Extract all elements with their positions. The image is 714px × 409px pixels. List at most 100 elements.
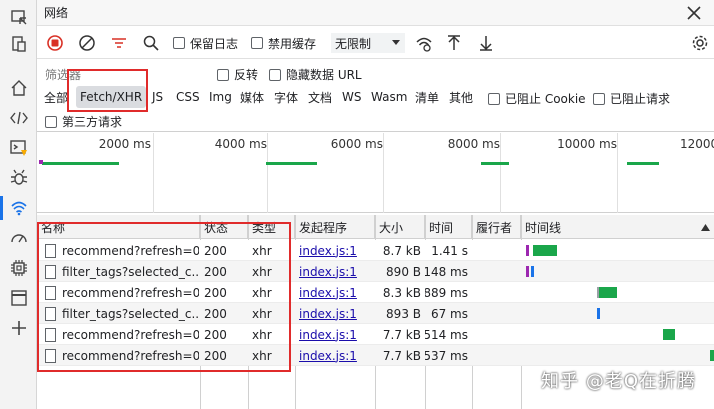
invert-box[interactable]: [217, 68, 229, 81]
third-party-box[interactable]: [45, 115, 57, 128]
invert-checkbox[interactable]: 反转: [217, 66, 258, 83]
tick-gridline: [267, 133, 268, 213]
waterfall-bar: [531, 266, 534, 277]
application-icon[interactable]: [9, 288, 29, 308]
import-har-button[interactable]: [445, 33, 463, 53]
initiator-cell[interactable]: index.js:1: [295, 282, 375, 303]
type-filter-img-label: Img: [209, 90, 232, 104]
column-header-fulfilled-by-label: 履行者: [476, 220, 513, 235]
overview-request-bar: [42, 162, 119, 165]
device-icon[interactable]: [9, 34, 29, 54]
filter-toggle-button[interactable]: [110, 33, 128, 53]
initiator-cell[interactable]: index.js:1: [295, 324, 375, 345]
network-settings-button[interactable]: [691, 33, 709, 53]
download-icon: [480, 36, 492, 51]
type-filter-css-label: CSS: [176, 90, 200, 104]
sources-icon[interactable]: [9, 168, 29, 188]
search-icon: [143, 35, 159, 51]
hide-data-urls-box[interactable]: [269, 68, 281, 81]
type-filter-all[interactable]: 全部: [44, 88, 68, 106]
column-header-waterfall-label: 时间线: [525, 220, 562, 235]
type-filter-font-label: 字体: [274, 90, 299, 105]
overview-request-bar: [266, 162, 317, 165]
overview-request-bar: [627, 162, 659, 165]
export-har-button[interactable]: [477, 33, 495, 53]
hide-data-urls-checkbox[interactable]: 隐藏数据 URL: [269, 66, 362, 83]
type-filter-css[interactable]: CSS: [176, 88, 200, 106]
type-filter-manifest[interactable]: 清单: [415, 88, 439, 106]
third-party-label: 第三方请求: [62, 115, 123, 129]
record-button[interactable]: [46, 33, 64, 53]
initiator-cell[interactable]: index.js:1: [295, 261, 375, 282]
memory-icon[interactable]: [9, 258, 29, 278]
column-header-time[interactable]: 时间: [425, 215, 472, 239]
type-filter-other[interactable]: 其他: [449, 88, 473, 106]
search-button[interactable]: [142, 33, 160, 53]
type-filter-doc[interactable]: 文档: [308, 88, 332, 106]
chevron-down-icon: [392, 40, 400, 45]
elements-icon[interactable]: [9, 108, 29, 128]
clear-button[interactable]: [78, 33, 96, 53]
type-filter-wasm[interactable]: Wasm: [371, 88, 407, 106]
gear-icon: [692, 35, 708, 51]
time-cell: 514 ms: [425, 327, 468, 342]
preserve-log-checkbox[interactable]: 保留日志: [173, 33, 238, 53]
size-cell: 890 B: [386, 264, 421, 279]
size-cell: 7.7 kB: [382, 327, 421, 342]
type-filter-media[interactable]: 媒体: [240, 88, 264, 106]
tick-gridline: [617, 133, 618, 213]
add-icon[interactable]: [9, 318, 29, 338]
column-header-initiator[interactable]: 发起程序: [295, 215, 375, 239]
waterfall-bar: [533, 245, 557, 256]
initiator-link[interactable]: index.js:1: [299, 328, 357, 342]
waterfall-bar: [599, 287, 617, 298]
initiator-cell[interactable]: index.js:1: [295, 345, 375, 366]
column-header-size[interactable]: 大小: [375, 215, 425, 239]
blocked-cookies-box[interactable]: [488, 92, 500, 105]
column-header-waterfall[interactable]: 时间线: [521, 215, 714, 239]
timeline-overview[interactable]: 2000 ms 4000 ms 6000 ms 8000 ms 10000 ms…: [37, 133, 714, 213]
clear-icon: [79, 35, 95, 51]
sort-ascending-icon: [701, 224, 710, 231]
type-filter-doc-label: 文档: [308, 90, 333, 105]
tick-label: 12000: [680, 137, 714, 151]
throttle-select[interactable]: 无限制: [331, 33, 405, 53]
type-filter-img[interactable]: Img: [209, 88, 232, 106]
type-filter-js[interactable]: JS: [152, 88, 163, 106]
type-filter-ws[interactable]: WS: [342, 88, 361, 106]
third-party-checkbox[interactable]: 第三方请求: [45, 113, 122, 130]
disable-cache-checkbox[interactable]: 禁用缓存: [251, 33, 316, 53]
time-cell: 67 ms: [430, 306, 468, 321]
initiator-link[interactable]: index.js:1: [299, 307, 357, 321]
inspect-icon[interactable]: [9, 8, 29, 28]
time-cell: 1.41 s: [431, 243, 468, 258]
initiator-cell[interactable]: index.js:1: [295, 303, 375, 324]
initiator-link[interactable]: index.js:1: [299, 349, 357, 363]
home-icon[interactable]: [9, 78, 29, 98]
initiator-link[interactable]: index.js:1: [299, 265, 357, 279]
size-cell: 8.3 kB: [382, 285, 421, 300]
network-icon[interactable]: [9, 198, 29, 218]
blocked-cookies-checkbox[interactable]: 已阻止 Cookie: [488, 90, 586, 107]
initiator-cell[interactable]: index.js:1: [295, 240, 375, 261]
disable-cache-label: 禁用缓存: [268, 36, 317, 51]
disable-cache-box[interactable]: [251, 37, 263, 49]
network-conditions-button[interactable]: [415, 33, 433, 53]
column-header-size-label: 大小: [379, 220, 404, 235]
blocked-requests-checkbox[interactable]: 已阻止请求: [593, 90, 670, 107]
time-cell: 148 ms: [425, 264, 468, 279]
tick-label: 10000 ms: [557, 137, 617, 151]
initiator-link[interactable]: index.js:1: [299, 286, 357, 300]
performance-icon[interactable]: [9, 228, 29, 248]
tick-label: 2000 ms: [98, 137, 151, 151]
column-header-time-label: 时间: [429, 220, 454, 235]
type-filter-font[interactable]: 字体: [274, 88, 298, 106]
preserve-log-box[interactable]: [173, 37, 185, 49]
column-header-fulfilled-by[interactable]: 履行者: [472, 215, 521, 239]
waterfall-bar: [526, 266, 529, 277]
close-icon[interactable]: [684, 3, 704, 23]
initiator-link[interactable]: index.js:1: [299, 244, 357, 258]
blocked-requests-box[interactable]: [593, 92, 605, 105]
console-icon[interactable]: [9, 138, 29, 158]
tick-label: 4000 ms: [214, 137, 267, 151]
